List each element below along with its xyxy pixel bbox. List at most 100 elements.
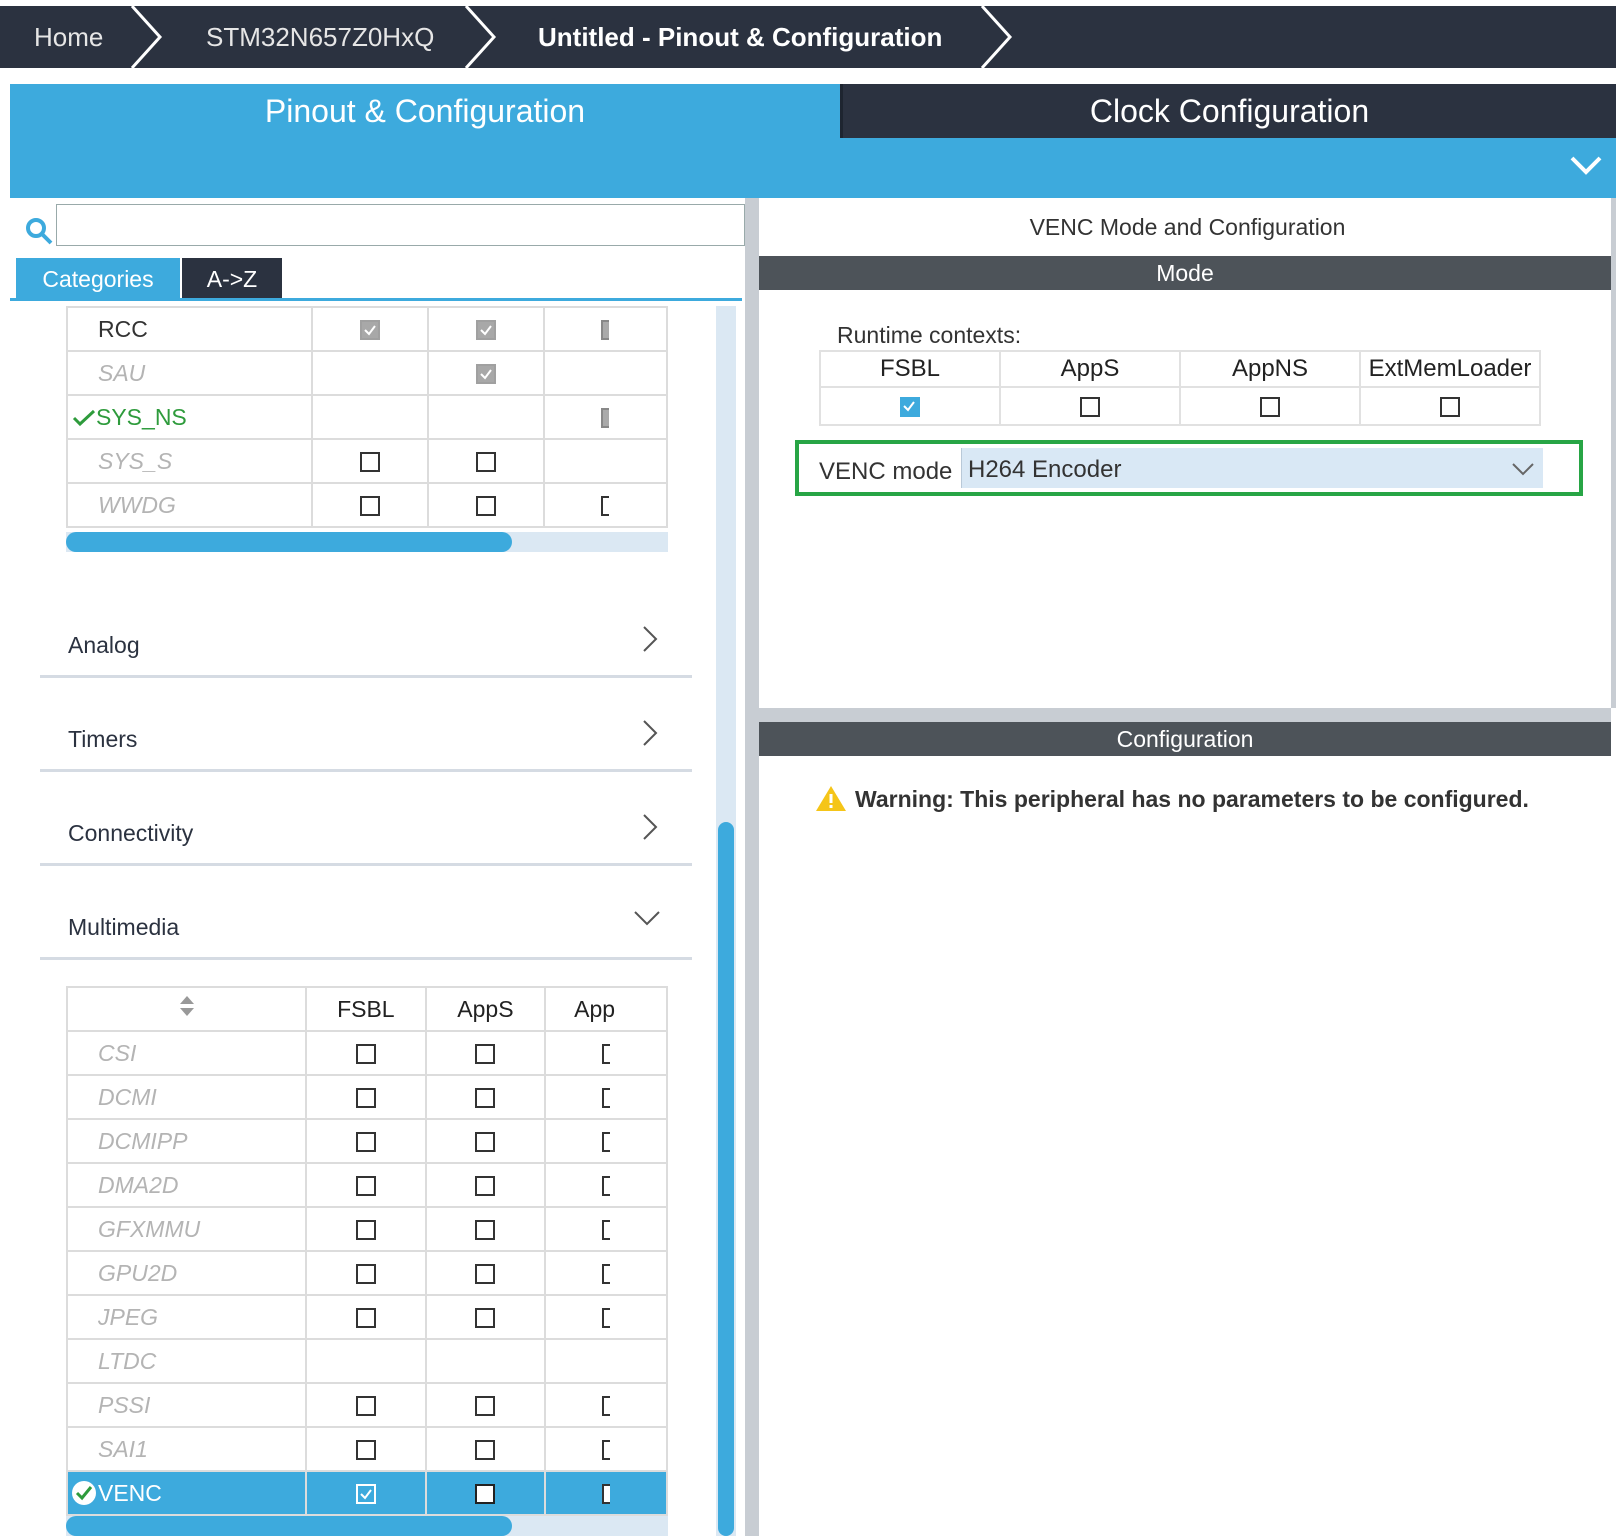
table-row[interactable]: GFXMMU: [65, 1206, 668, 1252]
checkbox[interactable]: [355, 1044, 376, 1065]
context-cell-fsbl[interactable]: [305, 1338, 427, 1384]
table-row[interactable]: SYS_S: [66, 438, 668, 484]
table-row[interactable]: SYS_NS: [66, 394, 668, 440]
checkbox-clipped[interactable]: [602, 1088, 611, 1109]
peripheral-name[interactable]: SAI1: [65, 1426, 308, 1472]
context-cell-appns[interactable]: [542, 350, 668, 396]
context-cell-apps[interactable]: [424, 1426, 547, 1472]
context-cell-appns[interactable]: [544, 1338, 668, 1384]
table-row[interactable]: DCMIPP: [65, 1118, 668, 1164]
context-cell-fsbl[interactable]: [310, 306, 429, 352]
context-cell-apps[interactable]: [424, 1250, 547, 1296]
context-cell-appns[interactable]: [542, 306, 668, 352]
checkbox-clipped[interactable]: [602, 1176, 611, 1197]
context-checkbox[interactable]: [1080, 396, 1100, 417]
context-cell-appns[interactable]: [542, 482, 668, 528]
checkbox[interactable]: [355, 1396, 376, 1417]
checkbox[interactable]: [475, 1044, 496, 1065]
table-row[interactable]: CSI: [65, 1030, 668, 1076]
peripheral-name[interactable]: VENC: [65, 1470, 308, 1516]
table-row[interactable]: SAI1: [65, 1426, 668, 1472]
checkbox[interactable]: [359, 496, 380, 517]
peripheral-name[interactable]: DCMI: [65, 1074, 308, 1120]
column-header-apps[interactable]: AppS: [424, 986, 547, 1032]
context-cell-apps[interactable]: [426, 438, 545, 484]
peripheral-name[interactable]: GPU2D: [65, 1250, 308, 1296]
table-row[interactable]: LTDC: [65, 1338, 668, 1384]
checkbox[interactable]: [475, 1088, 496, 1109]
table-row[interactable]: GPU2D: [65, 1250, 668, 1296]
left-panel-vscroll-thumb[interactable]: [718, 822, 734, 1536]
venc-mode-select[interactable]: H264 Encoder: [961, 448, 1543, 488]
context-cell-appns[interactable]: [544, 1206, 668, 1252]
tab-pinout-configuration[interactable]: Pinout & Configuration: [10, 84, 840, 138]
checkbox[interactable]: [355, 1176, 376, 1197]
checkbox[interactable]: [475, 1220, 496, 1241]
search-input[interactable]: [56, 204, 745, 246]
context-checkbox[interactable]: [1440, 396, 1460, 417]
column-header-appns[interactable]: App: [544, 986, 668, 1032]
context-cell-apps[interactable]: [424, 1074, 547, 1120]
checkbox-clipped[interactable]: [600, 320, 609, 341]
context-cell-apps[interactable]: [424, 1030, 547, 1076]
checkbox[interactable]: [355, 1220, 376, 1241]
table-row[interactable]: DMA2D: [65, 1162, 668, 1208]
breadcrumb-device[interactable]: STM32N657Z0HxQ: [206, 6, 434, 68]
context-cell-fsbl[interactable]: [310, 482, 429, 528]
peripheral-name[interactable]: SAU: [66, 350, 313, 396]
checkbox[interactable]: [355, 1132, 376, 1153]
peripheral-name[interactable]: DMA2D: [65, 1162, 308, 1208]
checkbox[interactable]: [475, 1396, 496, 1417]
context-cell-appns[interactable]: [544, 1162, 668, 1208]
context-cell-apps[interactable]: [424, 1470, 547, 1516]
peripheral-name[interactable]: DCMIPP: [65, 1118, 308, 1164]
breadcrumb-current[interactable]: Untitled - Pinout & Configuration: [538, 6, 942, 68]
peripheral-name[interactable]: PSSI: [65, 1382, 308, 1428]
checkbox[interactable]: [355, 1308, 376, 1329]
checkbox[interactable]: [475, 1484, 496, 1505]
table-row[interactable]: SAU: [66, 350, 668, 396]
checkbox-checked[interactable]: [355, 1484, 376, 1505]
context-cell-fsbl[interactable]: [305, 1118, 427, 1164]
context-cell-appns[interactable]: [544, 1250, 668, 1296]
table-row[interactable]: DCMI: [65, 1074, 668, 1120]
table-row-selected[interactable]: VENC: [65, 1470, 668, 1516]
context-checkbox[interactable]: [1260, 396, 1280, 417]
checkbox-clipped[interactable]: [602, 1264, 611, 1285]
context-cell-fsbl[interactable]: [310, 394, 429, 440]
checkbox-clipped[interactable]: [602, 1396, 611, 1417]
table-row[interactable]: WWDG: [66, 482, 668, 528]
context-cell-fsbl[interactable]: [305, 1250, 427, 1296]
peripheral-name[interactable]: CSI: [65, 1030, 308, 1076]
context-cell-fsbl[interactable]: [305, 1470, 427, 1516]
checkbox-clipped[interactable]: [602, 1220, 611, 1241]
column-header-fsbl[interactable]: FSBL: [305, 986, 427, 1032]
section-splitter[interactable]: [759, 708, 1611, 722]
context-cell-apps[interactable]: [424, 1162, 547, 1208]
context-cell-appns[interactable]: [544, 1118, 668, 1164]
context-cell-appns[interactable]: [544, 1030, 668, 1076]
checkbox-clipped[interactable]: [600, 408, 609, 429]
table-row[interactable]: JPEG: [65, 1294, 668, 1340]
context-cell-apps[interactable]: [424, 1382, 547, 1428]
peripheral-name[interactable]: RCC: [66, 306, 313, 352]
checkbox[interactable]: [475, 496, 496, 517]
category-analog[interactable]: Analog: [40, 608, 692, 678]
category-multimedia[interactable]: Multimedia: [40, 890, 692, 960]
tab-clock-configuration[interactable]: Clock Configuration: [840, 84, 1616, 138]
multimedia-hscroll-thumb[interactable]: [66, 1516, 512, 1536]
context-cell-fsbl[interactable]: [305, 1074, 427, 1120]
peripheral-name[interactable]: SYS_S: [66, 438, 313, 484]
context-cell-apps[interactable]: [426, 350, 545, 396]
checkbox[interactable]: [355, 1088, 376, 1109]
context-cell-fsbl[interactable]: [305, 1382, 427, 1428]
context-cell-appns[interactable]: [544, 1426, 668, 1472]
context-cell-fsbl[interactable]: [310, 350, 429, 396]
context-checkbox-checked[interactable]: [900, 396, 920, 417]
context-cell-apps[interactable]: [426, 482, 545, 528]
peripheral-name[interactable]: GFXMMU: [65, 1206, 308, 1252]
checkbox-clipped[interactable]: [602, 1132, 611, 1153]
context-cell-fsbl[interactable]: [305, 1206, 427, 1252]
context-cell-appns[interactable]: [542, 438, 668, 484]
checkbox[interactable]: [355, 1264, 376, 1285]
